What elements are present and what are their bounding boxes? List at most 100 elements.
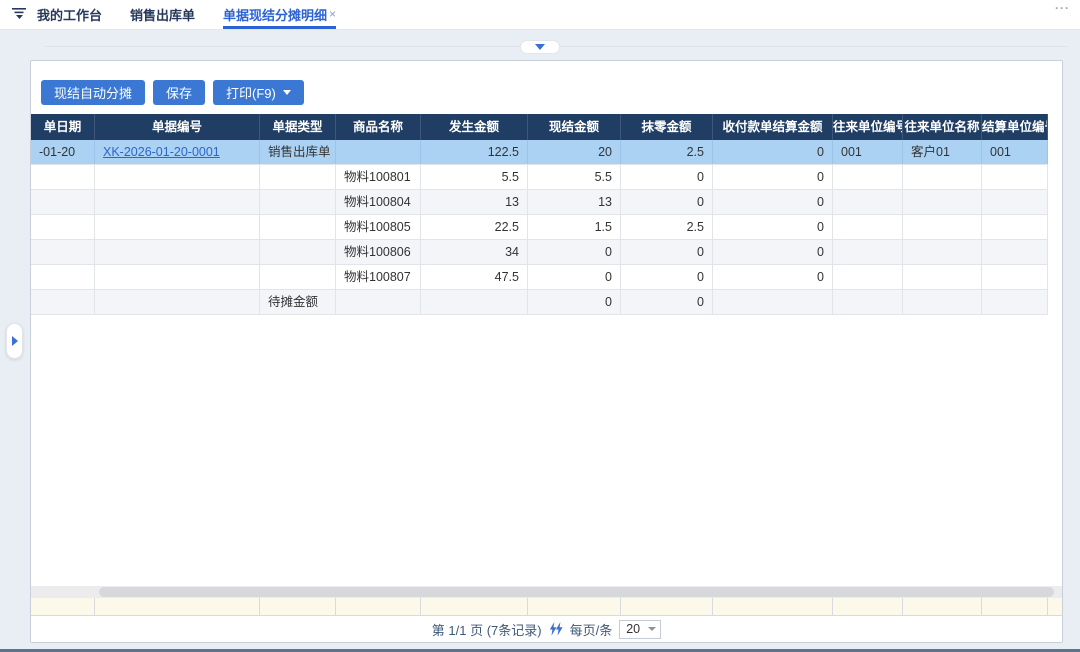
table-cell: 001 bbox=[833, 140, 903, 164]
horizontal-scrollbar-thumb[interactable] bbox=[99, 587, 1054, 597]
auto-allocate-button[interactable]: 现结自动分摊 bbox=[41, 80, 146, 105]
table-row[interactable]: -01-20 XK-2026-01-20-0001 销售出库单 122.5 20 2.5 0… bbox=[31, 140, 1048, 165]
tab-sales-outbound[interactable]: 销售出库单 bbox=[130, 0, 195, 29]
table-cell bbox=[31, 165, 95, 189]
table-cell bbox=[982, 215, 1048, 239]
grid-empty-area bbox=[31, 315, 1062, 586]
table-row[interactable]: 物料100805 22.5 1.5 2.5 0 bbox=[31, 215, 1048, 240]
table-cell: 0 bbox=[713, 215, 833, 239]
column-header[interactable]: 单日期 bbox=[31, 114, 95, 140]
page-info: 第 1/1 页 (7条记录) bbox=[431, 622, 542, 638]
table-cell: 销售出库单 bbox=[260, 140, 336, 164]
table-cell bbox=[421, 290, 528, 314]
table-cell bbox=[260, 165, 336, 189]
chevron-down-icon bbox=[648, 627, 657, 631]
summary-cell bbox=[903, 598, 982, 615]
column-header[interactable]: 收付款单结算金额 bbox=[713, 114, 833, 140]
table-cell bbox=[833, 190, 903, 214]
table-cell bbox=[903, 240, 982, 264]
table-cell bbox=[260, 190, 336, 214]
table-cell bbox=[833, 240, 903, 264]
summary-cell bbox=[833, 598, 903, 615]
table-cell bbox=[713, 290, 833, 314]
tab-label: 销售出库单 bbox=[130, 7, 196, 23]
table-cell bbox=[833, 215, 903, 239]
table-cell bbox=[982, 265, 1048, 289]
column-header[interactable]: 单据编号 bbox=[95, 114, 260, 140]
tab-cash-settle-allocation[interactable]: 单据现结分摊明细 × bbox=[223, 0, 337, 29]
table-cell bbox=[833, 265, 903, 289]
table-cell: 20 bbox=[528, 140, 621, 164]
print-button[interactable]: 打印(F9) bbox=[213, 80, 304, 105]
table-cell bbox=[31, 190, 95, 214]
table-cell: 0 bbox=[528, 290, 621, 314]
toolbar: 现结自动分摊 保存 打印(F9) bbox=[31, 61, 1062, 114]
page-size-value: 20 bbox=[626, 622, 641, 636]
table-cell bbox=[95, 290, 260, 314]
table-cell bbox=[95, 240, 260, 264]
table-cell: 2.5 bbox=[621, 215, 713, 239]
tab-my-workbench[interactable]: 我的工作台 bbox=[37, 0, 102, 29]
horizontal-scrollbar[interactable] bbox=[31, 586, 1062, 598]
summary-cell bbox=[95, 598, 260, 615]
auto-allocate-label: 现结自动分摊 bbox=[54, 86, 133, 101]
summary-cell bbox=[528, 598, 621, 615]
column-header[interactable]: 往来单位名称 bbox=[903, 114, 982, 140]
table-cell: 0 bbox=[621, 290, 713, 314]
table-row[interactable]: 物料100801 5.5 5.5 0 0 bbox=[31, 165, 1048, 190]
summary-cell bbox=[982, 598, 1048, 615]
table-cell bbox=[982, 165, 1048, 189]
refresh-icon[interactable] bbox=[549, 622, 563, 636]
table-cell: 0 bbox=[713, 240, 833, 264]
table-cell: 122.5 bbox=[421, 140, 528, 164]
more-tabs-icon[interactable]: ··· bbox=[1055, 1, 1070, 15]
table-cell: 0 bbox=[621, 165, 713, 189]
table-header-row: 单日期 单据编号 单据类型 商品名称 发生金额 现结金额 抹零金额 收付款单结算金额 往来单位编… bbox=[31, 114, 1048, 140]
table-row[interactable]: 待摊金额 0 0 bbox=[31, 290, 1048, 315]
table-cell: 0 bbox=[621, 265, 713, 289]
table-cell bbox=[903, 190, 982, 214]
column-header[interactable]: 单据类型 bbox=[260, 114, 336, 140]
table-cell bbox=[95, 265, 260, 289]
table-cell bbox=[833, 290, 903, 314]
tab-label: 单据现结分摊明细 bbox=[223, 7, 328, 23]
save-label: 保存 bbox=[166, 86, 193, 101]
collapse-top-panel-button[interactable] bbox=[520, 40, 560, 54]
table-cell: XK-2026-01-20-0001 bbox=[95, 140, 260, 164]
table-cell: 物料100804 bbox=[336, 190, 421, 214]
tab-close-icon[interactable]: × bbox=[329, 7, 336, 21]
table-cell: 34 bbox=[421, 240, 528, 264]
table-cell: 物料100807 bbox=[336, 265, 421, 289]
table-cell: 0 bbox=[713, 165, 833, 189]
column-header[interactable]: 抹零金额 bbox=[621, 114, 713, 140]
table-cell bbox=[31, 265, 95, 289]
document-number-link[interactable]: XK-2026-01-20-0001 bbox=[103, 145, 220, 159]
table-cell bbox=[336, 140, 421, 164]
summary-cell bbox=[31, 598, 95, 615]
table-cell: 0 bbox=[528, 240, 621, 264]
table-cell: 0 bbox=[713, 140, 833, 164]
table-cell bbox=[982, 240, 1048, 264]
summary-cell bbox=[713, 598, 833, 615]
table-row[interactable]: 物料100807 47.5 0 0 0 bbox=[31, 265, 1048, 290]
tab-label: 我的工作台 bbox=[37, 7, 103, 23]
table-cell bbox=[95, 215, 260, 239]
column-header[interactable]: 结算单位编号 bbox=[982, 114, 1048, 140]
table-row[interactable]: 物料100806 34 0 0 0 bbox=[31, 240, 1048, 265]
page-size-select[interactable]: 20 bbox=[619, 619, 662, 639]
save-button[interactable]: 保存 bbox=[153, 80, 206, 105]
table-row[interactable]: 物料100804 13 13 0 0 bbox=[31, 190, 1048, 215]
column-header[interactable]: 发生金额 bbox=[421, 114, 528, 140]
table-cell bbox=[95, 190, 260, 214]
column-header[interactable]: 现结金额 bbox=[528, 114, 621, 140]
summary-cell bbox=[421, 598, 528, 615]
column-header[interactable]: 商品名称 bbox=[336, 114, 421, 140]
collapse-tabs-icon[interactable] bbox=[12, 6, 27, 24]
data-grid: 单日期 单据编号 单据类型 商品名称 发生金额 现结金额 抹零金额 收付款单结算金额 往来单位编… bbox=[31, 114, 1048, 315]
expand-left-panel-button[interactable] bbox=[6, 323, 23, 359]
table-cell: 待摊金额 bbox=[260, 290, 336, 314]
table-cell: 13 bbox=[528, 190, 621, 214]
table-cell: -01-20 bbox=[31, 140, 95, 164]
column-header[interactable]: 往来单位编号 bbox=[833, 114, 903, 140]
table-cell bbox=[31, 215, 95, 239]
